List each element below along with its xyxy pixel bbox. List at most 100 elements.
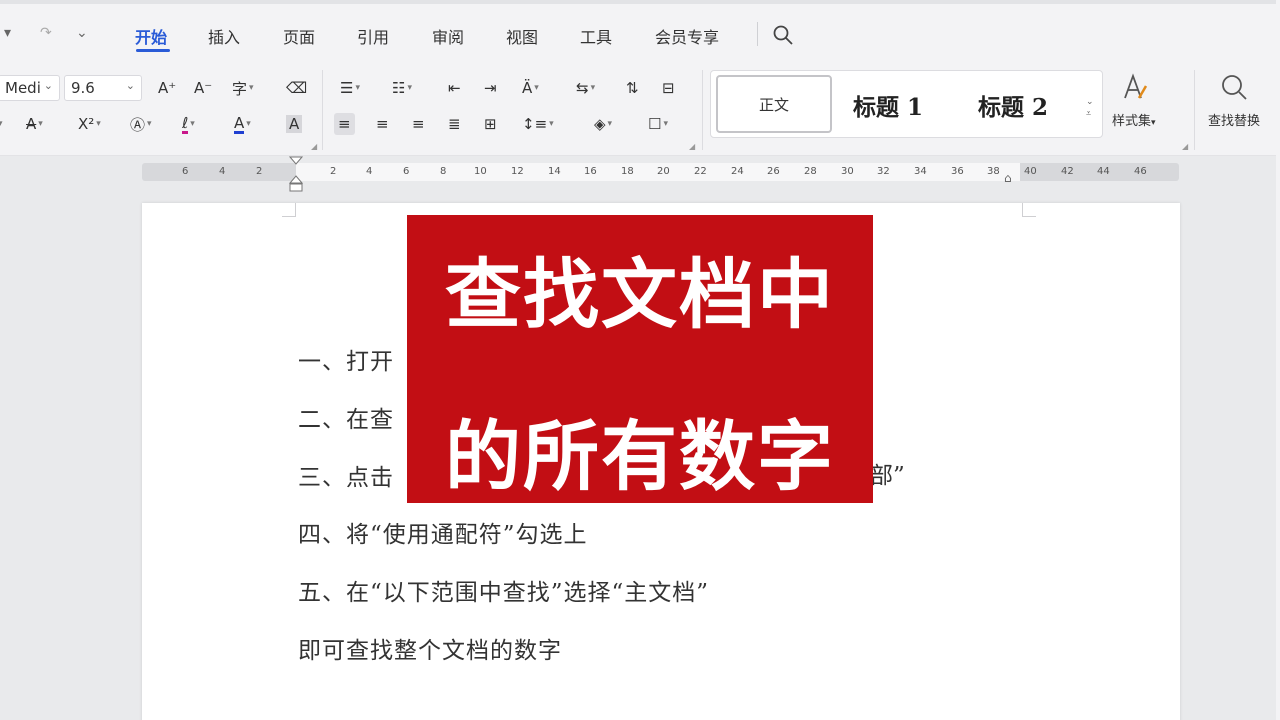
ruler-number: 10 bbox=[474, 166, 487, 177]
undo-dropdown-icon[interactable]: ▾ bbox=[4, 25, 11, 41]
superscript-icon: X² bbox=[78, 115, 95, 133]
chinese-layout-button[interactable]: Ä ▾ bbox=[522, 77, 539, 99]
find-replace-button[interactable]: 查找替换 bbox=[1208, 72, 1260, 129]
right-indent-marker-icon[interactable]: ⌂ bbox=[1004, 171, 1012, 185]
ruler-number: 6 bbox=[403, 166, 410, 177]
doc-line-6[interactable]: 即可查找整个文档的数字 bbox=[298, 631, 562, 665]
paragraph-dialog-launcher-icon[interactable]: ◢ bbox=[689, 142, 695, 151]
doc-line-3[interactable]: 三、点击 bbox=[298, 458, 394, 492]
font-name-value: Medi bbox=[5, 79, 41, 97]
tab-tools[interactable]: 工具 bbox=[580, 24, 612, 48]
shrink-font-button[interactable]: A⁻ bbox=[194, 77, 212, 99]
align-center-button[interactable]: ≡ bbox=[376, 113, 389, 135]
clear-format-button[interactable]: ⌫ bbox=[286, 77, 307, 99]
active-tab-indicator bbox=[136, 49, 170, 52]
ruler-number: 18 bbox=[621, 166, 634, 177]
grow-font-button[interactable]: A⁺ bbox=[158, 77, 176, 99]
text-direction-button[interactable]: ⇆ ▾ bbox=[576, 77, 595, 99]
ruler-number: 4 bbox=[366, 166, 373, 177]
sort-button[interactable]: ⇅ bbox=[626, 77, 639, 99]
ruler-number: 32 bbox=[877, 166, 890, 177]
ruler-number: 2 bbox=[256, 166, 263, 177]
grow-font-icon: A⁺ bbox=[158, 79, 177, 97]
doc-line-5[interactable]: 五、在“以下范围中查找”选择“主文档” bbox=[298, 573, 709, 607]
justify-icon: ≣ bbox=[448, 115, 461, 133]
line-spacing-button[interactable]: ↕≡ ▾ bbox=[522, 113, 554, 135]
doc-line-3-end[interactable]: 部” bbox=[870, 456, 905, 490]
styles-scroll[interactable]: ⌄ ⩡ bbox=[1086, 96, 1094, 120]
tab-insert[interactable]: 插入 bbox=[208, 24, 240, 48]
underline-dropdown[interactable]: ▾ bbox=[0, 113, 3, 135]
overlay-title-line-2: 的所有数字 bbox=[445, 412, 835, 501]
font-color-button[interactable]: A ▾ bbox=[234, 113, 251, 135]
menu-separator bbox=[757, 22, 758, 46]
tab-review[interactable]: 审阅 bbox=[432, 24, 464, 48]
quick-access-more-icon[interactable]: ⌄ bbox=[76, 25, 88, 41]
overlay-title-line-1: 查找文档中 bbox=[445, 250, 835, 339]
numbering-button[interactable]: ☷ ▾ bbox=[392, 77, 412, 99]
ruler-number: 6 bbox=[182, 166, 189, 177]
expand-icon[interactable]: ⩡ bbox=[1086, 108, 1094, 120]
superscript-button[interactable]: X² ▾ bbox=[78, 113, 101, 135]
doc-line-2[interactable]: 二、在查 bbox=[298, 400, 394, 434]
shrink-font-icon: A⁻ bbox=[194, 79, 213, 97]
ruler-number: 34 bbox=[914, 166, 927, 177]
font-name-select[interactable]: Medi ⌄ bbox=[0, 75, 60, 101]
show-marks-button[interactable]: ⊟ bbox=[662, 77, 675, 99]
style-heading1[interactable]: 标题 1 bbox=[853, 88, 923, 122]
tab-member[interactable]: 会员专享 bbox=[655, 24, 719, 48]
tab-references[interactable]: 引用 bbox=[357, 24, 389, 48]
indent-icon: ⇥ bbox=[484, 79, 497, 97]
shading-button[interactable]: ◈ ▾ bbox=[594, 113, 612, 135]
phonetic-icon: 字 bbox=[232, 79, 248, 98]
highlighter-icon: ℓ bbox=[182, 113, 189, 134]
increase-indent-button[interactable]: ⇥ bbox=[484, 77, 497, 99]
chevron-down-icon: ⌄ bbox=[125, 79, 135, 92]
ruler-number: 28 bbox=[804, 166, 817, 177]
ruler-number: 14 bbox=[548, 166, 561, 177]
phonetic-button[interactable]: 字 ▾ bbox=[232, 77, 254, 99]
eraser-icon: ⌫ bbox=[286, 79, 308, 97]
font-dialog-launcher-icon[interactable]: ◢ bbox=[311, 142, 317, 151]
title-strip bbox=[0, 0, 1280, 4]
align-right-button[interactable]: ≡ bbox=[412, 113, 425, 135]
doc-line-1[interactable]: 一、打开 bbox=[298, 342, 394, 376]
align-center-icon: ≡ bbox=[376, 115, 389, 133]
ruler-number: 16 bbox=[584, 166, 597, 177]
styles-dialog-launcher-icon[interactable]: ◢ bbox=[1182, 142, 1188, 151]
text-effect-button[interactable]: Ⓐ ▾ bbox=[130, 113, 152, 135]
ruler-number: 22 bbox=[694, 166, 707, 177]
line-spacing-icon: ↕≡ bbox=[522, 115, 548, 133]
justify-button[interactable]: ≣ bbox=[448, 113, 461, 135]
chevron-down-icon[interactable]: ⌄ bbox=[1086, 96, 1094, 108]
search-icon[interactable] bbox=[772, 24, 794, 46]
char-shading-button[interactable]: A bbox=[286, 113, 303, 135]
style-normal[interactable]: 正文 bbox=[716, 75, 832, 133]
ruler-number: 38 bbox=[987, 166, 1000, 177]
style-heading2[interactable]: 标题 2 bbox=[978, 88, 1048, 122]
redo-icon[interactable]: ↷ bbox=[40, 25, 52, 41]
style-set-button[interactable]: 样式集▾ bbox=[1112, 72, 1156, 129]
tab-page[interactable]: 页面 bbox=[283, 24, 315, 48]
indent-marker-icon[interactable] bbox=[289, 156, 303, 192]
chevron-down-icon: ⌄ bbox=[43, 79, 53, 92]
font-size-value: 9.6 bbox=[71, 79, 95, 97]
doc-line-4[interactable]: 四、将“使用通配符”勾选上 bbox=[298, 515, 588, 549]
distribute-button[interactable]: ⊞ bbox=[484, 113, 497, 135]
ruler-number: 46 bbox=[1134, 166, 1147, 177]
style-set-label: 样式集▾ bbox=[1112, 114, 1156, 129]
bullets-button[interactable]: ☰ ▾ bbox=[340, 77, 360, 99]
align-left-button[interactable]: ≡ bbox=[334, 113, 355, 135]
tab-home[interactable]: 开始 bbox=[135, 24, 167, 48]
decrease-indent-button[interactable]: ⇤ bbox=[448, 77, 461, 99]
tab-view[interactable]: 视图 bbox=[506, 24, 538, 48]
border-icon: ☐ bbox=[648, 115, 662, 133]
highlight-button[interactable]: ℓ ▾ bbox=[182, 113, 195, 135]
magnifier-icon bbox=[1222, 75, 1247, 100]
borders-button[interactable]: ☐ ▾ bbox=[648, 113, 668, 135]
font-size-select[interactable]: 9.6 ⌄ bbox=[64, 75, 142, 101]
strikethrough-button[interactable]: A ▾ bbox=[26, 113, 43, 135]
ruler-number: 24 bbox=[731, 166, 744, 177]
char-shading-icon: A bbox=[286, 115, 303, 133]
ruler-number: 30 bbox=[841, 166, 854, 177]
